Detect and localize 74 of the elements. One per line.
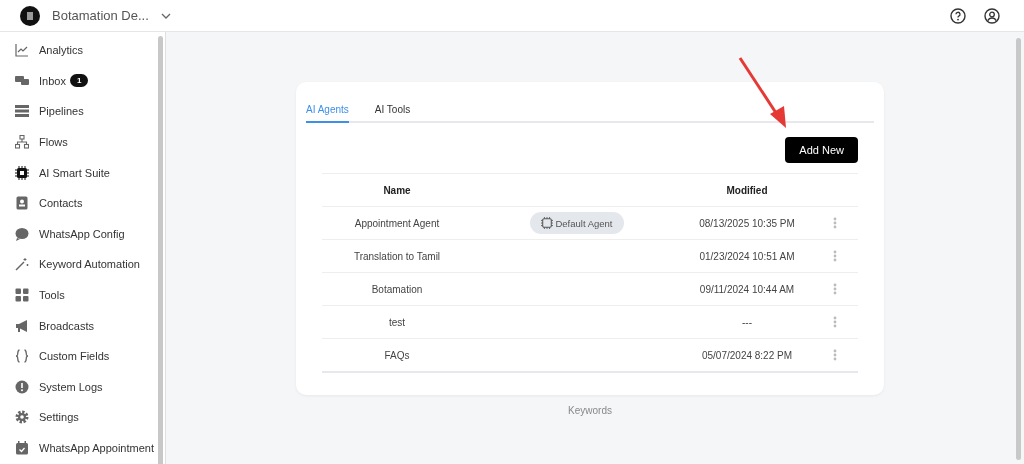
chevron-down-icon[interactable] xyxy=(160,12,171,19)
sidebar-item[interactable]: AI Smart Suite xyxy=(0,157,165,188)
section-label: Keywords xyxy=(567,405,613,416)
calendar-icon xyxy=(15,441,29,455)
sidebar-label: Pipelines xyxy=(39,105,84,118)
grid-icon xyxy=(15,288,29,303)
chat-bubbles-icon xyxy=(15,73,29,88)
contact-card-icon xyxy=(15,196,29,211)
table-cell-text: Translation to Tamil xyxy=(352,250,442,262)
table-cell-text: Botamation xyxy=(370,283,424,295)
network-icon xyxy=(15,135,29,150)
more-options-icon[interactable] xyxy=(833,349,837,361)
exclamation-icon xyxy=(15,379,29,394)
sidebar-label: WhatsApp Appointment xyxy=(39,442,154,454)
workspace-name[interactable]: Botamation De... xyxy=(52,8,149,23)
sidebar-item[interactable]: WhatsApp Appointment xyxy=(0,432,165,464)
more-options-icon[interactable] xyxy=(833,316,837,328)
sidebar-label: Inbox xyxy=(39,74,66,87)
sidebar-label: Settings xyxy=(39,411,79,424)
braces-icon xyxy=(15,349,29,364)
sidebar-item[interactable]: Settings xyxy=(0,402,165,433)
sidebar-item[interactable]: Tools xyxy=(0,279,165,311)
sidebar-label: Tools xyxy=(39,289,65,302)
scrollbar[interactable] xyxy=(158,36,163,464)
help-icon[interactable] xyxy=(950,7,966,24)
table-cell-text: 05/07/2024 8:22 PM xyxy=(700,349,794,361)
user-icon[interactable] xyxy=(984,7,1000,24)
gear-icon xyxy=(15,410,29,425)
magic-wand-icon xyxy=(15,257,29,272)
chip-icon xyxy=(541,217,554,229)
sidebar-label: AI Smart Suite xyxy=(39,166,110,179)
pointer-arrow-drawing xyxy=(738,57,786,128)
speech-bubble-icon xyxy=(15,226,29,241)
table-cell-text: --- xyxy=(741,316,753,328)
more-options-icon[interactable] xyxy=(833,250,837,262)
column-header: Name xyxy=(382,184,412,196)
sidebar-label: Keyword Automation xyxy=(39,258,140,271)
unread-count: 1 xyxy=(69,74,89,88)
scrollbar[interactable] xyxy=(1016,38,1021,460)
sidebar-label: System Logs xyxy=(39,380,103,393)
sidebar-label: WhatsApp Config xyxy=(39,227,125,240)
table-cell-text: 08/13/2025 10:35 PM xyxy=(698,217,796,229)
more-options-icon[interactable] xyxy=(833,283,837,295)
sidebar-item[interactable]: Contacts xyxy=(0,187,165,219)
sidebar-item[interactable]: Analytics xyxy=(0,35,165,66)
chart-icon xyxy=(15,43,29,58)
table-cell-text: 01/23/2024 10:51 AM xyxy=(698,250,796,262)
column-header: Modified xyxy=(725,184,769,196)
chip-icon xyxy=(15,165,29,180)
workspace-logo-icon xyxy=(20,5,40,26)
table-cell-text: FAQs xyxy=(383,349,411,361)
table-cell-text: Appointment Agent xyxy=(353,217,441,229)
tag-label: Default Agent xyxy=(555,217,613,229)
sidebar-item[interactable]: Flows xyxy=(0,126,165,158)
tab[interactable]: AI Agents xyxy=(306,100,349,123)
sidebar-item[interactable]: Inbox 1 xyxy=(0,65,165,97)
sidebar-label: Custom Fields xyxy=(39,350,110,363)
sidebar-label: Analytics xyxy=(39,44,84,57)
sidebar-item[interactable]: Custom Fields xyxy=(0,340,165,372)
sidebar-item[interactable]: Broadcasts xyxy=(0,310,165,341)
sidebar-label: Broadcasts xyxy=(39,319,95,332)
sidebar-item[interactable]: Pipelines xyxy=(0,96,165,127)
sidebar-label: Flows xyxy=(39,136,68,149)
add-new-button[interactable]: Add New xyxy=(785,137,858,163)
list-icon xyxy=(15,104,29,119)
more-options-icon[interactable] xyxy=(833,217,837,229)
table-cell-text: 09/11/2024 10:44 AM xyxy=(698,283,796,295)
sidebar-label: Contacts xyxy=(39,197,83,210)
sidebar-item[interactable]: WhatsApp Config xyxy=(0,218,165,250)
sidebar-item[interactable]: Keyword Automation xyxy=(0,249,165,280)
table-cell-text: test xyxy=(387,316,407,328)
sidebar-item[interactable]: System Logs xyxy=(0,371,165,403)
megaphone-icon xyxy=(15,318,29,333)
tab[interactable]: AI Tools xyxy=(374,100,411,123)
